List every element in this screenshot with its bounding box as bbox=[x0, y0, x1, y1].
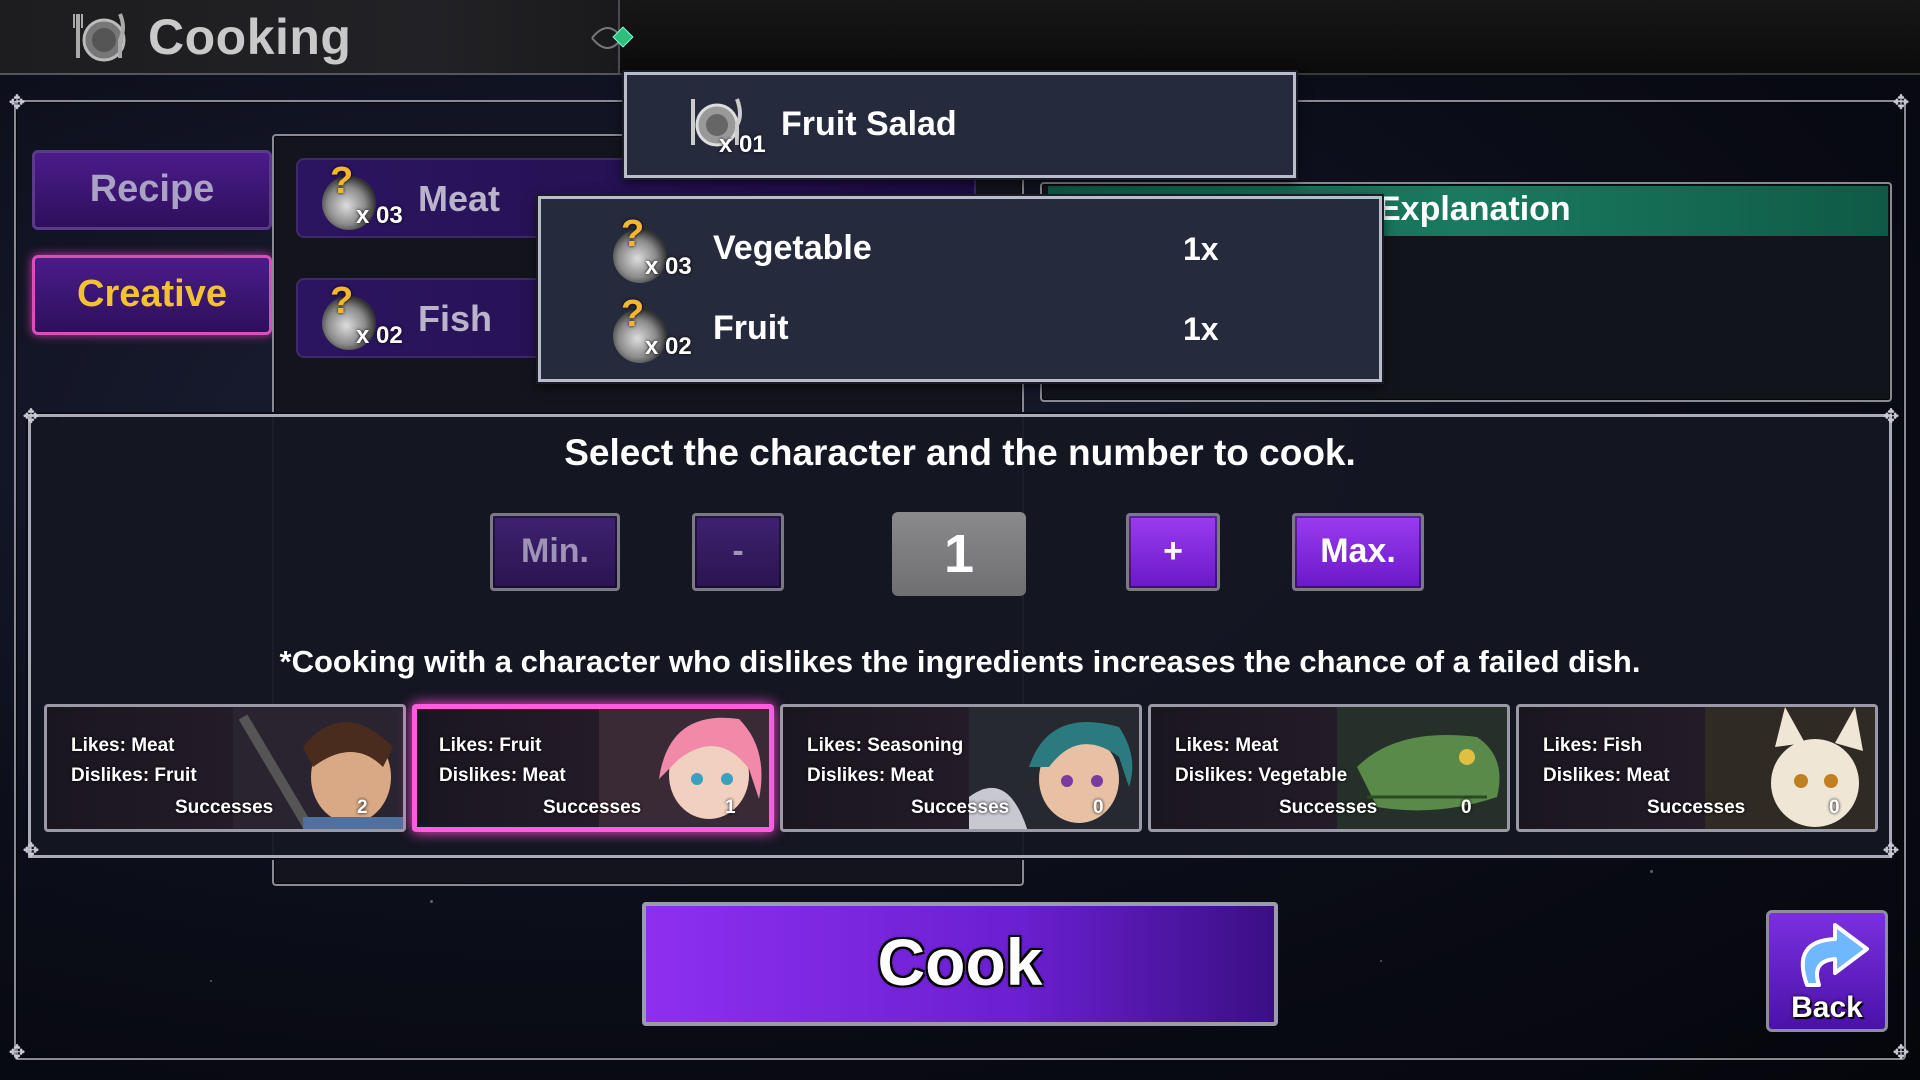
min-button[interactable]: Min. bbox=[490, 513, 620, 591]
character-likes: Likes: Fruit bbox=[439, 735, 542, 756]
character-likes: Likes: Meat bbox=[1175, 735, 1279, 756]
gem-ornament-icon bbox=[591, 26, 634, 49]
header-bar: Cooking bbox=[0, 0, 1920, 75]
dialog-warning: *Cooking with a character who dislikes t… bbox=[279, 644, 1641, 679]
count-display[interactable]: 1 bbox=[892, 512, 1026, 596]
frame-ornament: ✥ bbox=[1892, 1042, 1910, 1064]
ingredient-name: Fruit bbox=[713, 309, 789, 347]
frame-ornament: ✥ bbox=[8, 92, 26, 114]
character-dislikes: Dislikes: Meat bbox=[1543, 765, 1670, 786]
frame-ornament: ✥ bbox=[1892, 92, 1910, 114]
ingredient-name: Vegetable bbox=[713, 229, 872, 267]
recipe-ingredients-popup: ? x 03 Vegetable 1x ? x 02 Fruit 1x bbox=[538, 196, 1382, 382]
frame-ornament: ✥ bbox=[22, 840, 40, 862]
dialog-instruction: Select the character and the number to c… bbox=[564, 432, 1356, 473]
dish-qty: x 01 bbox=[719, 131, 766, 158]
ingredient-qty: x 02 bbox=[645, 333, 692, 360]
dish-name: Fruit Salad bbox=[781, 105, 957, 143]
item-qty: x 03 bbox=[356, 202, 403, 229]
cook-button[interactable]: Cook bbox=[642, 902, 1278, 1026]
character-dislikes: Dislikes: Fruit bbox=[71, 765, 197, 786]
item-label: Fish bbox=[418, 298, 493, 339]
ingredient-amount: 1x bbox=[1183, 311, 1219, 347]
back-button[interactable]: Back bbox=[1766, 910, 1888, 1032]
character-dislikes: Dislikes: Vegetable bbox=[1175, 765, 1348, 786]
tab-creative[interactable]: Creative bbox=[32, 255, 272, 335]
explanation-header: Explanation bbox=[1378, 190, 1571, 228]
successes-label: Successes bbox=[911, 797, 1010, 818]
successes-label: Successes bbox=[543, 797, 642, 818]
plus-button[interactable]: + bbox=[1126, 513, 1220, 591]
character-dislikes: Dislikes: Meat bbox=[439, 765, 566, 786]
character-likes: Likes: Fish bbox=[1543, 735, 1643, 756]
cooking-icon bbox=[73, 13, 126, 62]
frame-ornament: ✥ bbox=[1882, 840, 1900, 862]
frame-ornament: ✥ bbox=[8, 1042, 26, 1064]
back-arrow-icon bbox=[1800, 923, 1869, 987]
successes-count: 0 bbox=[1093, 797, 1104, 818]
ingredient-qty: x 03 bbox=[645, 253, 692, 280]
character-card[interactable]: Likes: Seasoning Dislikes: Meat Successe… bbox=[780, 704, 1142, 832]
successes-count: 1 bbox=[725, 797, 736, 818]
character-card[interactable]: Likes: Fish Dislikes: Meat Successes 0 bbox=[1516, 704, 1878, 832]
frame-ornament: ✥ bbox=[1882, 406, 1900, 428]
character-dislikes: Dislikes: Meat bbox=[807, 765, 934, 786]
minus-button[interactable]: - bbox=[692, 513, 784, 591]
frame-ornament: ✥ bbox=[22, 406, 40, 428]
header-tab: Cooking bbox=[0, 0, 634, 75]
successes-count: 2 bbox=[357, 797, 368, 818]
character-card-selected[interactable]: Likes: Fruit Dislikes: Meat Successes 1 bbox=[412, 704, 774, 832]
character-likes: Likes: Seasoning bbox=[807, 735, 964, 756]
successes-label: Successes bbox=[1647, 797, 1746, 818]
item-qty: x 02 bbox=[356, 322, 403, 349]
page-title: Cooking bbox=[148, 9, 352, 65]
character-card[interactable]: Likes: Meat Dislikes: Vegetable Successe… bbox=[1148, 704, 1510, 832]
successes-count: 0 bbox=[1829, 797, 1840, 818]
max-button[interactable]: Max. bbox=[1292, 513, 1424, 591]
item-label: Meat bbox=[418, 178, 501, 219]
successes-label: Successes bbox=[1279, 797, 1378, 818]
dish-popup: x 01 Fruit Salad bbox=[624, 72, 1296, 178]
successes-label: Successes bbox=[175, 797, 274, 818]
character-card[interactable]: Likes: Meat Dislikes: Fruit Successes 2 bbox=[44, 704, 406, 832]
character-likes: Likes: Meat bbox=[71, 735, 175, 756]
back-label: Back bbox=[1791, 991, 1863, 1024]
tab-recipe[interactable]: Recipe bbox=[32, 150, 272, 230]
successes-count: 0 bbox=[1461, 797, 1472, 818]
ingredient-amount: 1x bbox=[1183, 231, 1219, 267]
